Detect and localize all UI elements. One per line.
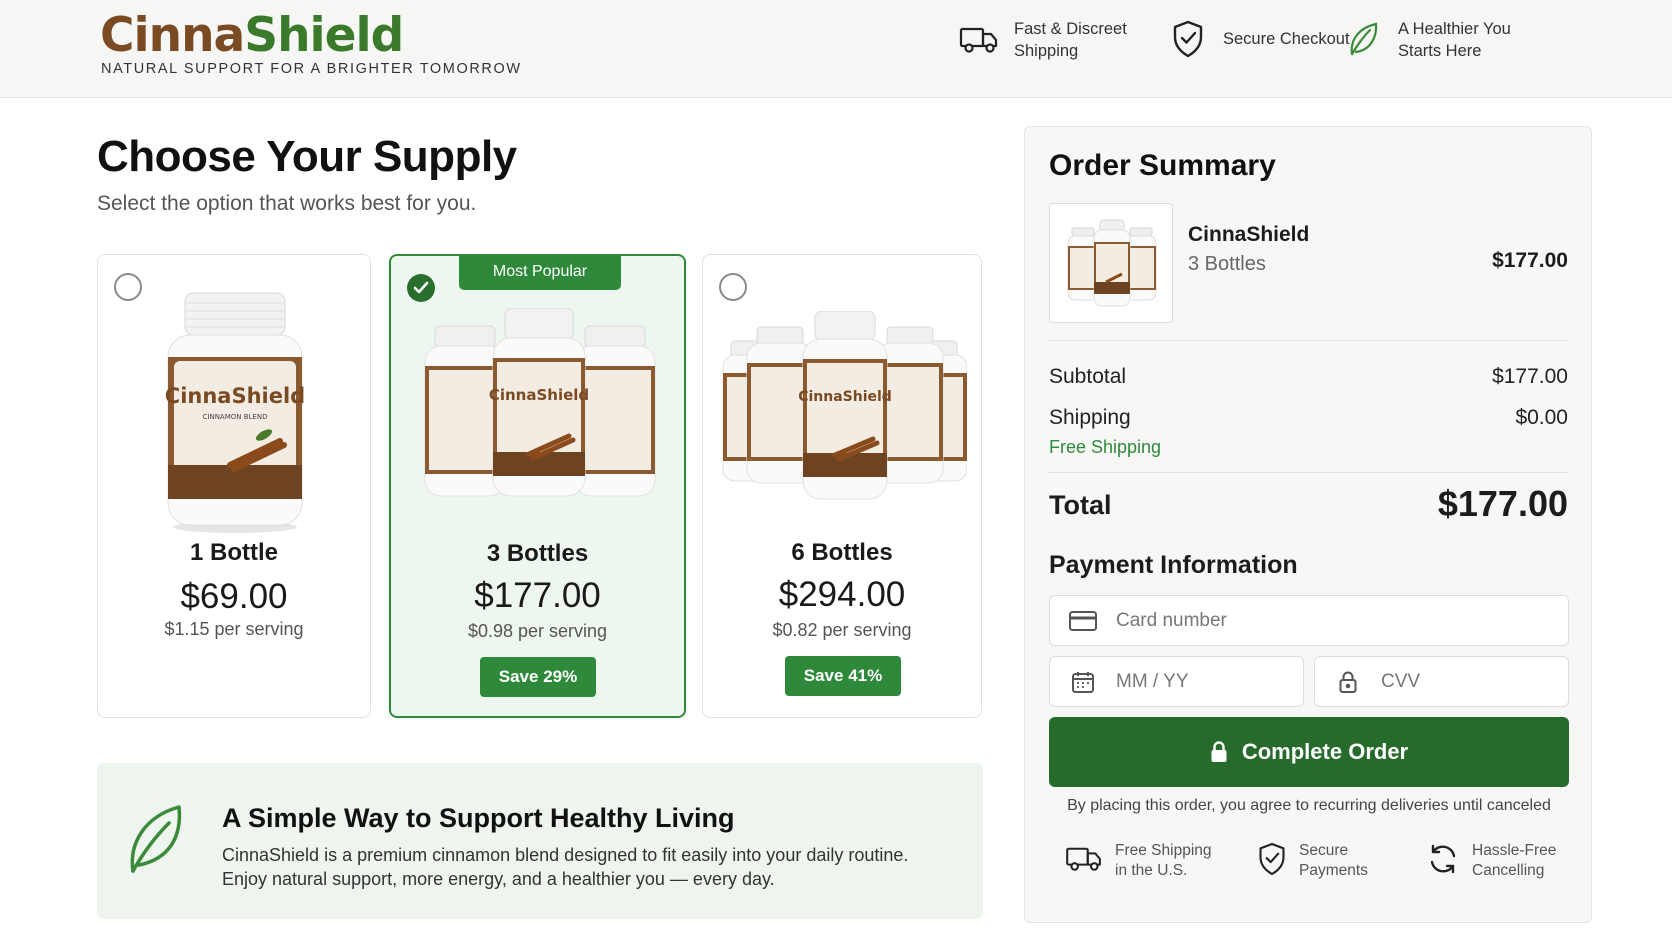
subtotal-value: $177.00 [1492, 365, 1568, 388]
benefit-title: A Simple Way to Support Healthy Living [222, 803, 735, 833]
expiry-field[interactable]: MM / YY [1049, 656, 1304, 707]
expiry-placeholder: MM / YY [1116, 670, 1189, 692]
package-radio[interactable] [719, 273, 747, 301]
bottles-image: CinnaShield [424, 308, 656, 497]
card-number-field[interactable]: Card number [1049, 595, 1569, 646]
package-quantity: 1 Bottle [189, 539, 278, 566]
bottle-label-brand: CinnaShield [798, 389, 892, 405]
order-agreement-text: By placing this order, you agree to recu… [1067, 797, 1551, 814]
bottle-label-brand: CinnaShield [165, 384, 305, 408]
package-per-serving: $0.82 per serving [772, 620, 912, 640]
package-quantity: 6 Bottles [791, 539, 893, 566]
footer-feature-shipping: Free Shipping in the U.S. [1065, 841, 1215, 881]
page-title: Choose Your Supply [97, 132, 517, 181]
shipping-label: Shipping [1049, 406, 1131, 429]
product-thumbnail [1049, 203, 1173, 323]
footer-feature-cancel: Hassle-Free Cancelling [1426, 841, 1572, 881]
free-shipping-note: Free Shipping [1049, 437, 1162, 457]
refresh-icon [1426, 842, 1460, 881]
card-number-placeholder: Card number [1116, 609, 1227, 631]
complete-order-button[interactable]: Complete Order [1049, 717, 1569, 787]
bottle-label-sub: CINNAMON BLEND [203, 413, 268, 421]
cvv-field[interactable]: CVV [1314, 656, 1569, 707]
product-price: $177.00 [1492, 249, 1568, 272]
package-price: $69.00 [180, 577, 288, 616]
checkmark-icon [413, 281, 429, 294]
package-quantity: 3 Bottles [486, 540, 589, 567]
bottles-image: CinnaShield [722, 311, 967, 500]
benefit-line-2: Enjoy natural support, more energy, and … [222, 869, 775, 889]
complete-order-label: Complete Order [1241, 739, 1409, 764]
shield-check-icon [1257, 842, 1287, 881]
subtotal-label: Subtotal [1049, 365, 1127, 388]
package-card-6-bottles[interactable]: CinnaShield 6 Bottles $294.00 $0.82 per … [702, 254, 982, 718]
savings-badge: Save 41% [785, 656, 901, 696]
payment-title: Payment Information [1049, 551, 1298, 579]
brand-logo[interactable]: CinnaShield [100, 8, 404, 63]
order-summary-title: Order Summary [1049, 149, 1276, 182]
footer-feature-secure: Secure Payments [1257, 841, 1399, 881]
leaf-icon [1342, 19, 1384, 61]
footer-feature-text: Secure Payments [1299, 842, 1368, 879]
package-radio-checked[interactable] [407, 274, 435, 302]
header-feature-shipping: Fast & Discreet Shipping [958, 18, 1144, 62]
package-card-3-bottles[interactable]: Most Popular CinnaShield 3 Bottles $177.… [389, 254, 686, 718]
footer-feature-text: Hassle-Free Cancelling [1472, 842, 1557, 879]
package-per-serving: $0.98 per serving [467, 621, 608, 641]
shipping-value: $0.00 [1515, 406, 1568, 429]
header-feature-text: Secure Checkout [1223, 30, 1350, 48]
header-feature-health: A Healthier You Starts Here [1342, 18, 1528, 62]
package-price: $294.00 [778, 575, 906, 614]
lock-icon [1315, 671, 1381, 693]
package-per-serving: $1.15 per serving [164, 619, 304, 639]
header-feature-secure: Secure Checkout [1167, 18, 1353, 60]
bottle-image: CinnaShield CINNAMON BLEND [165, 292, 305, 533]
leaf-icon [125, 803, 185, 882]
lock-icon [1211, 741, 1227, 762]
header-feature-text: Fast & Discreet Shipping [1014, 20, 1127, 60]
package-price: $177.00 [474, 576, 601, 615]
benefit-line-1: CinnaShield is a premium cinnamon blend … [222, 845, 909, 865]
page-subtitle: Select the option that works best for yo… [97, 192, 477, 215]
divider [1049, 472, 1569, 473]
product-quantity: 3 Bottles [1188, 253, 1266, 275]
header-feature-text: A Healthier You Starts Here [1398, 20, 1511, 60]
most-popular-badge: Most Popular [459, 254, 621, 290]
total-value: $177.00 [1437, 483, 1568, 524]
cvv-placeholder: CVV [1381, 670, 1421, 692]
shield-check-icon [1167, 18, 1209, 60]
divider [1049, 340, 1569, 341]
footer-feature-text: Free Shipping in the U.S. [1115, 842, 1212, 879]
truck-icon [1065, 845, 1103, 878]
package-radio[interactable] [114, 273, 142, 301]
order-summary-panel: Order Summary CinnaShield 3 Bottles $177… [1024, 126, 1592, 923]
credit-card-icon [1050, 610, 1116, 631]
site-header: CinnaShield NATURAL SUPPORT FOR A BRIGHT… [0, 0, 1672, 98]
package-card-1-bottle[interactable]: CinnaShield CINNAMON BLEND 1 Bottle $69.… [97, 254, 371, 718]
benefit-description: CinnaShield is a premium cinnamon blend … [222, 843, 962, 891]
brand-tagline: NATURAL SUPPORT FOR A BRIGHTER TOMORROW [101, 61, 522, 77]
calendar-icon [1050, 671, 1116, 693]
truck-icon [958, 19, 1000, 61]
savings-badge: Save 29% [480, 657, 596, 697]
total-label: Total [1049, 490, 1112, 520]
product-name: CinnaShield [1188, 223, 1310, 246]
benefit-panel: A Simple Way to Support Healthy Living C… [97, 763, 983, 919]
bottle-label-brand: CinnaShield [489, 386, 589, 404]
